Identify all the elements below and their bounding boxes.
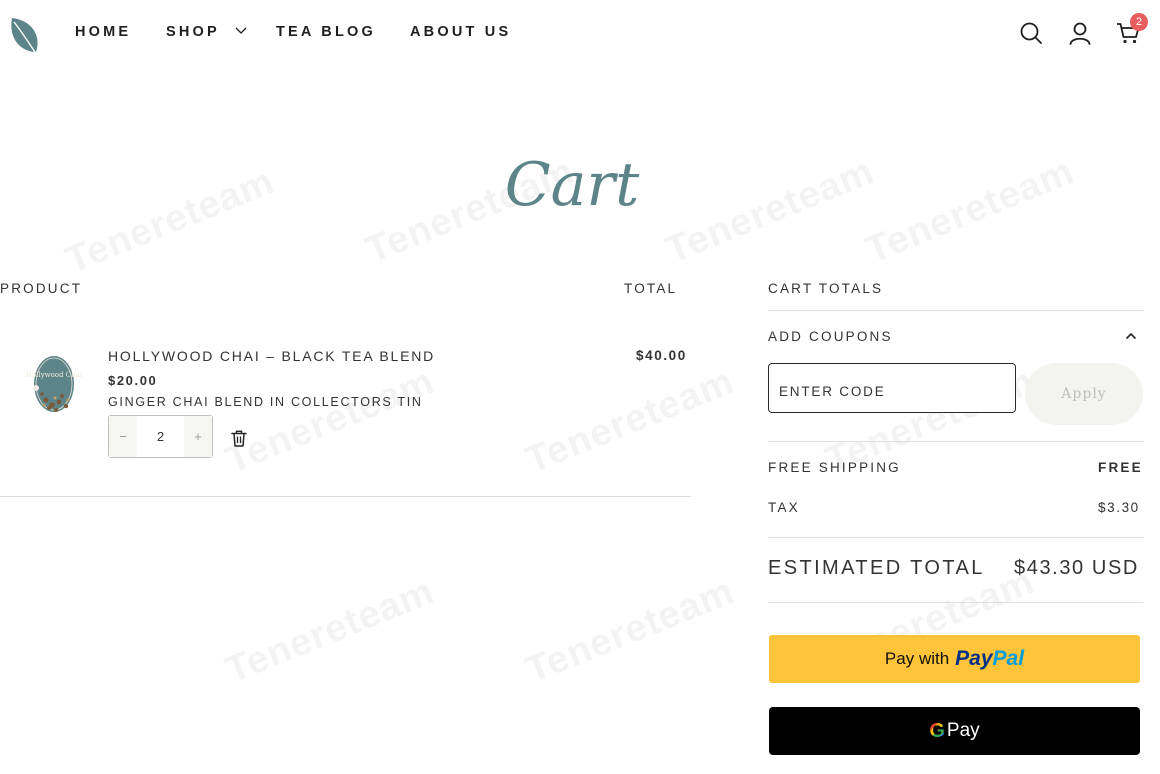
thumb-label: Hollywood Chai [26, 371, 83, 379]
chevron-down-icon [235, 27, 247, 34]
google-pay-button[interactable]: G Pay [769, 707, 1140, 755]
search-icon[interactable] [1018, 20, 1044, 46]
coupon-code-input[interactable] [768, 363, 1016, 413]
paypal-logo-part1: Pay [955, 647, 993, 670]
watermark-text: Tenereteam [520, 570, 741, 692]
nav-shop-label: SHOP [166, 24, 220, 40]
estimated-total-label: ESTIMATED TOTAL [768, 557, 985, 579]
nav-shop[interactable]: SHOP [166, 24, 247, 40]
chevron-up-icon[interactable] [1125, 332, 1137, 340]
nav-tea-blog[interactable]: TEA BLOG [276, 24, 376, 40]
shipping-label: FREE SHIPPING [768, 460, 901, 475]
shipping-value: FREE [1098, 460, 1143, 475]
increase-quantity-button[interactable]: + [184, 416, 212, 457]
paypal-button[interactable]: Pay with Pay Pal [769, 635, 1140, 683]
add-coupons-toggle[interactable]: ADD COUPONS [768, 329, 893, 344]
nav-home[interactable]: HOME [75, 24, 131, 40]
watermark-text: Tenereteam [220, 570, 441, 692]
product-variant: GINGER CHAI BLEND IN COLLECTORS TIN [108, 395, 423, 409]
cart-totals-heading: CART TOTALS [768, 281, 884, 296]
tax-value: $3.30 [1098, 500, 1140, 515]
paypal-prefix: Pay with [884, 649, 950, 668]
google-pay-label: Pay [946, 720, 980, 741]
product-row-divider [0, 496, 691, 497]
product-price: $20.00 [108, 373, 158, 388]
watermark-text: Tenereteam [520, 360, 741, 482]
quantity-stepper: − + [108, 415, 213, 458]
quantity-input[interactable] [137, 416, 184, 457]
product-name[interactable]: HOLLYWOOD CHAI – BLACK TEA BLEND [108, 348, 435, 364]
line-total: $40.00 [636, 348, 687, 363]
totals-divider [768, 602, 1143, 603]
totals-divider [768, 310, 1143, 311]
nav-about-us[interactable]: ABOUT US [410, 24, 511, 40]
totals-divider [768, 441, 1143, 442]
total-column-header: TOTAL [624, 281, 678, 296]
user-icon[interactable] [1067, 20, 1093, 46]
estimated-total-value: $43.30 USD [1014, 557, 1139, 579]
paypal-logo-part2: Pal [992, 647, 1025, 670]
apply-coupon-button[interactable]: Apply [1025, 363, 1143, 425]
totals-divider [768, 537, 1143, 538]
google-g-icon: G [929, 719, 945, 742]
tax-label: TAX [768, 500, 800, 515]
product-thumbnail[interactable]: Hollywood Chai [22, 350, 86, 422]
cart-count-badge: 2 [1130, 13, 1148, 31]
leaf-logo-icon[interactable] [4, 12, 42, 56]
page-title: Cart [504, 150, 640, 220]
decrease-quantity-button[interactable]: − [109, 416, 137, 457]
product-column-header: PRODUCT [0, 281, 83, 296]
trash-icon[interactable] [231, 430, 247, 447]
watermark-text: Tenereteam [220, 360, 441, 482]
